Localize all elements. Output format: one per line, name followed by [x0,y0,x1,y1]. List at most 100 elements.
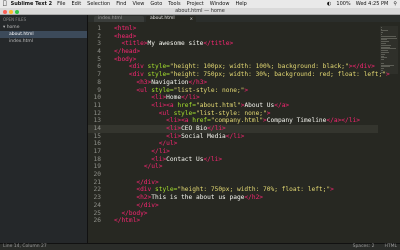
code-token: > [330,186,334,194]
line-number: 16 [93,140,101,148]
menu-help[interactable]: Help [235,0,246,8]
menu-edit[interactable]: Edit [71,0,81,8]
code-area[interactable]: 1 <html> 2 <head> 3 <title>My awesome site</… [88,25,390,225]
code-token: "height: 750px; width: 30%; background: … [169,71,386,79]
code-line[interactable]: 12 <ul style="list-style: none;"> [88,110,378,118]
code-line[interactable]: 18 <li>Contact Us</li> [88,156,378,164]
menu-file[interactable]: File [57,0,65,8]
app-menu[interactable]: Sublime Text 2 [11,0,52,8]
code-line[interactable]: 17 </li> [88,148,378,156]
code-line[interactable]: 1 <html> [88,25,378,33]
sidebar-folder-home[interactable]: ▾ home [0,24,87,31]
minimize-window-button[interactable] [9,9,13,14]
menu-project[interactable]: Project [187,0,204,8]
line-number: 3 [97,40,101,48]
code-line[interactable]: 22 <div style="height: 750px; width: 70%… [88,186,378,194]
zoom-window-button[interactable] [15,9,19,14]
line-number: 4 [97,48,101,56]
code-line[interactable]: 3 <title>My awesome site</title> [88,40,378,48]
search-icon[interactable]: ⚲ [393,0,397,8]
code-line[interactable]: 15 <li>Social Media</li> [88,133,378,141]
code-line[interactable]: 8 <h3>Navigation</h3> [88,79,378,87]
menu-find[interactable]: Find [116,0,126,8]
code-line[interactable]: 4 </head> [88,48,378,56]
menu-tools[interactable]: Tools [168,0,180,8]
line-number: 23 [93,194,101,202]
code-token: This is the about us page [151,194,245,202]
code-text: <li>CEO Bio</li> [114,125,226,133]
code-editor[interactable]: 1 <html> 2 <head> 3 <title>My awesome site</… [88,22,400,243]
code-line[interactable]: 19 </ul> [88,163,378,171]
menu-window[interactable]: Window [210,0,230,8]
line-number: 7 [97,71,101,79]
close-window-button[interactable] [3,9,7,14]
code-line[interactable]: 14 <li>CEO Bio</li> [88,124,378,133]
code-text: </ul> [114,140,178,148]
window-title-bar: about.html — home [0,8,400,15]
minimap[interactable] [380,26,398,74]
gutter [104,125,114,133]
menu-view[interactable]: View [132,0,144,8]
code-line[interactable]: 23 <h2>This is the about us page</h2> [88,194,378,202]
code-text: </body> [114,210,147,218]
code-token: "height: 100px; width: 100%; background:… [169,63,349,71]
code-line[interactable]: 16 </ul> [88,140,378,148]
code-token: "company.html" [210,117,264,125]
gutter [104,102,114,110]
code-token: > [244,86,249,94]
code-text: </head> [114,48,140,56]
code-token: Home [166,94,182,102]
code-line[interactable]: 9 <ul style="list-style: none;"> [88,87,378,95]
line-number: 18 [93,155,101,163]
code-token: Contact Us [166,155,204,163]
menu-selection[interactable]: Selection [87,0,110,8]
clock[interactable]: Wed 4:25 PM [356,0,389,8]
menu-goto[interactable]: Goto [150,0,162,8]
sidebar-file-index[interactable]: index.html [0,38,87,45]
code-line[interactable]: 21 </div> [88,179,378,187]
code-line[interactable]: 25 </body> [88,210,378,218]
apple-icon[interactable]:  [3,0,7,8]
sidebar-file-about[interactable]: about.html [0,31,87,38]
code-line[interactable]: 10 <li>Home</li> [88,94,378,102]
code-line[interactable]: 11 <li><a href="about.html">About Us</a> [88,102,378,110]
code-text: <ul style="list-style: none;"> [114,87,248,95]
code-text: <li><a href="company.html">Company Timel… [114,117,360,125]
line-number: 12 [93,109,101,117]
code-text: <li>Social Media</li> [114,133,244,141]
code-token: </li> [225,132,245,140]
line-number: 26 [93,217,101,225]
code-token: About Us [244,101,275,109]
line-number: 13 [93,117,101,125]
syntax-mode[interactable]: HTML [384,244,397,250]
code-line[interactable]: 5 <body> [88,56,378,64]
wifi-icon[interactable]: ◐ [327,0,331,8]
code-text: </div> [114,202,158,210]
code-line[interactable]: 20 [88,171,378,179]
code-token: style= [155,186,178,194]
code-line[interactable]: 13 <li><a href="company.html">Company Ti… [88,117,378,125]
tab-label: index.html [98,16,122,21]
battery-level[interactable]: 100% [336,0,350,8]
folder-arrow-icon: ▾ [3,25,6,30]
indentation-setting[interactable]: Spaces: 2 [353,244,375,250]
code-line[interactable]: 26 </html> [88,217,378,225]
tab-bar: index.html about.html × [88,15,400,22]
code-text: </ul> [114,163,163,171]
sidebar: OPEN FILES ▾ home about.html index.html [0,15,88,243]
code-line[interactable]: 6 <div style="height: 100px; width: 100%… [88,63,378,71]
code-line[interactable]: 2 <head> [88,33,378,41]
code-token: <div [136,186,155,194]
code-token: <li> [151,155,167,163]
code-token: <h3> [136,78,152,86]
code-text: <html> [114,25,136,33]
code-line[interactable]: 7 <div style="height: 750px; width: 30%;… [88,71,389,79]
code-line[interactable]: 24 </div> [88,202,378,210]
code-token: </title> [203,40,234,48]
code-token: </div> [136,178,159,186]
code-token: "height: 750px; width: 70%; float: left;… [177,186,331,194]
